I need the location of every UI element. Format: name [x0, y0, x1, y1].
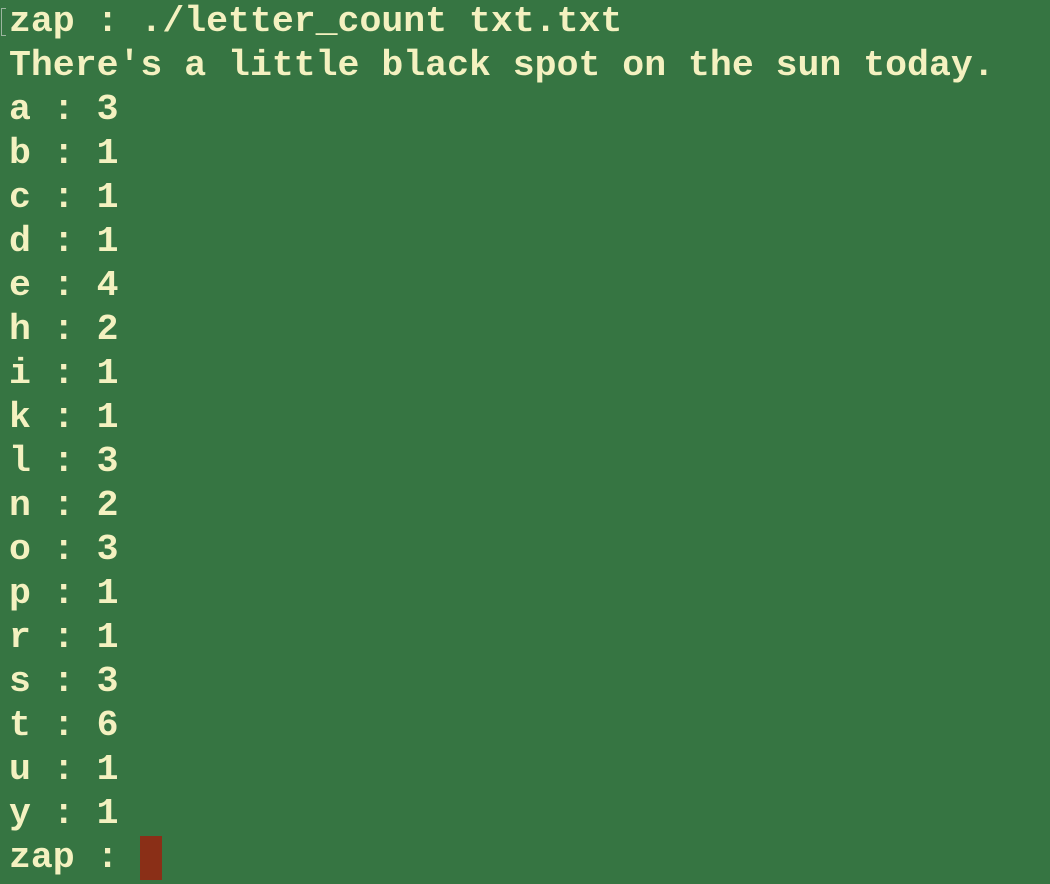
count-letter: p	[9, 573, 31, 614]
count-separator: :	[30, 133, 97, 174]
block-cursor	[140, 836, 163, 880]
count-value: 1	[96, 793, 119, 834]
count-value: 1	[96, 397, 119, 438]
command-text: ./letter_count txt.txt	[140, 1, 623, 42]
output-line-file-content: There's a little black spot on the sun t…	[9, 45, 995, 86]
count-row: k : 1	[9, 396, 1050, 440]
count-letter: o	[9, 529, 31, 570]
count-letter: l	[9, 441, 31, 482]
count-value: 1	[96, 573, 119, 614]
count-letter: u	[9, 749, 31, 790]
count-value: 3	[96, 89, 119, 130]
count-letter: s	[9, 661, 31, 702]
count-row: y : 1	[9, 792, 1050, 836]
count-separator: :	[30, 793, 97, 834]
count-row: h : 2	[9, 308, 1050, 352]
active-prompt-line[interactable]: zap :	[9, 836, 1050, 880]
count-value: 1	[96, 749, 119, 790]
prompt: zap :	[9, 1, 141, 42]
count-value: 1	[96, 617, 119, 658]
count-separator: :	[30, 617, 97, 658]
count-row: o : 3	[9, 528, 1050, 572]
count-letter: d	[9, 221, 31, 262]
count-letter: k	[9, 397, 31, 438]
count-separator: :	[30, 353, 97, 394]
count-row: e : 4	[9, 264, 1050, 308]
count-letter: y	[9, 793, 31, 834]
count-letter: e	[9, 265, 31, 306]
count-letter: r	[9, 617, 31, 658]
count-letter: b	[9, 133, 31, 174]
count-value: 2	[96, 309, 119, 350]
letter-count-output: a : 3 b : 1 c : 1 d : 1 e : 4 h : 2 i : …	[9, 88, 1050, 836]
terminal-window[interactable]: zap : ./letter_count txt.txt There's a l…	[0, 0, 1050, 884]
count-separator: :	[30, 529, 97, 570]
count-row: l : 3	[9, 440, 1050, 484]
count-row: c : 1	[9, 176, 1050, 220]
count-row: a : 3	[9, 88, 1050, 132]
count-row: i : 1	[9, 352, 1050, 396]
count-letter: c	[9, 177, 31, 218]
count-row: t : 6	[9, 704, 1050, 748]
count-letter: a	[9, 89, 31, 130]
count-separator: :	[30, 573, 97, 614]
prompt: zap :	[9, 837, 141, 878]
count-row: n : 2	[9, 484, 1050, 528]
count-separator: :	[30, 485, 97, 526]
count-separator: :	[30, 309, 97, 350]
count-separator: :	[30, 705, 97, 746]
count-letter: t	[9, 705, 31, 746]
count-value: 3	[96, 529, 119, 570]
count-value: 4	[96, 265, 119, 306]
count-separator: :	[30, 89, 97, 130]
count-letter: h	[9, 309, 31, 350]
count-value: 1	[96, 353, 119, 394]
count-letter: n	[9, 485, 31, 526]
count-row: s : 3	[9, 660, 1050, 704]
count-value: 1	[96, 133, 119, 174]
count-row: p : 1	[9, 572, 1050, 616]
count-separator: :	[30, 441, 97, 482]
count-separator: :	[30, 265, 97, 306]
count-row: u : 1	[9, 748, 1050, 792]
count-row: d : 1	[9, 220, 1050, 264]
command-line: zap : ./letter_count txt.txt	[9, 0, 1050, 44]
count-separator: :	[30, 397, 97, 438]
count-letter: i	[9, 353, 31, 394]
count-row: b : 1	[9, 132, 1050, 176]
count-value: 1	[96, 221, 119, 262]
count-value: 3	[96, 441, 119, 482]
count-value: 3	[96, 661, 119, 702]
count-separator: :	[30, 177, 97, 218]
count-value: 1	[96, 177, 119, 218]
count-row: r : 1	[9, 616, 1050, 660]
selection-edge-mark	[1, 8, 6, 36]
count-separator: :	[30, 749, 97, 790]
count-separator: :	[30, 661, 97, 702]
count-separator: :	[30, 221, 97, 262]
count-value: 6	[96, 705, 119, 746]
count-value: 2	[96, 485, 119, 526]
